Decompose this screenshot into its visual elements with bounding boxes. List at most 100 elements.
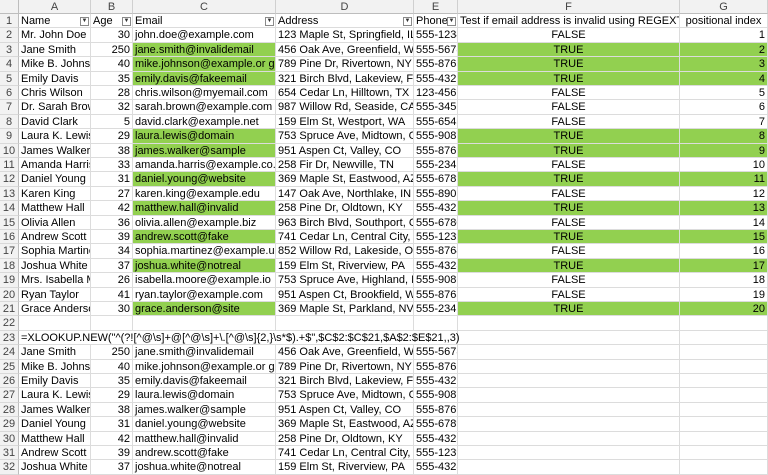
age-cell[interactable]: 27 xyxy=(91,186,133,202)
spill-email-cell[interactable]: matthew.hall@invalid xyxy=(133,431,276,446)
phone-cell[interactable]: 555-4321 xyxy=(414,71,458,86)
empty-cell[interactable] xyxy=(680,460,768,475)
spill-phone-cell[interactable]: 555-4321 xyxy=(414,374,458,389)
row-header[interactable]: 28 xyxy=(0,402,19,418)
empty-cell[interactable] xyxy=(458,374,680,389)
regex-test-cell[interactable]: FALSE xyxy=(458,287,680,302)
email-cell[interactable]: joshua.white@notreal xyxy=(133,258,276,274)
age-cell[interactable]: 30 xyxy=(91,28,133,43)
age-cell[interactable]: 37 xyxy=(91,258,133,274)
regex-test-cell[interactable]: TRUE xyxy=(458,57,680,72)
empty-cell[interactable] xyxy=(680,374,768,389)
empty-cell[interactable] xyxy=(414,316,458,331)
header-address[interactable]: Address xyxy=(276,14,414,29)
empty-cell[interactable] xyxy=(458,345,680,360)
empty-cell[interactable] xyxy=(133,316,276,331)
row-header[interactable]: 19 xyxy=(0,273,19,288)
index-cell[interactable]: 14 xyxy=(680,215,768,230)
index-cell[interactable]: 16 xyxy=(680,244,768,259)
age-cell[interactable]: 30 xyxy=(91,302,133,317)
email-cell[interactable]: isabella.moore@example.io xyxy=(133,273,276,288)
row-header[interactable]: 20 xyxy=(0,287,19,302)
row-header[interactable]: 14 xyxy=(0,201,19,216)
regex-test-cell[interactable]: FALSE xyxy=(458,186,680,202)
spill-email-cell[interactable]: jane.smith@invalidemail xyxy=(133,345,276,360)
empty-cell[interactable] xyxy=(680,359,768,374)
row-header[interactable]: 29 xyxy=(0,417,19,432)
spill-email-cell[interactable]: emily.davis@fakeemail xyxy=(133,374,276,389)
index-cell[interactable]: 13 xyxy=(680,201,768,216)
phone-cell[interactable]: 555-5678 xyxy=(414,42,458,58)
email-cell[interactable]: daniel.young@website xyxy=(133,172,276,187)
email-cell[interactable]: laura.lewis@domain xyxy=(133,129,276,144)
email-cell[interactable]: jane.smith@invalidemail xyxy=(133,42,276,58)
spill-email-cell[interactable]: laura.lewis@domain xyxy=(133,388,276,403)
filter-dropdown-d[interactable]: ▼ xyxy=(403,17,412,26)
phone-cell[interactable]: 555-1239 xyxy=(414,230,458,245)
regex-test-cell[interactable]: TRUE xyxy=(458,42,680,58)
spill-phone-cell[interactable]: 555-6789 xyxy=(414,417,458,432)
address-cell[interactable]: 123 Maple St, Springfield, IL xyxy=(276,28,414,43)
row-header[interactable]: 18 xyxy=(0,258,19,274)
spill-age-cell[interactable]: 38 xyxy=(91,402,133,418)
email-cell[interactable]: john.doe@example.com xyxy=(133,28,276,43)
row-header[interactable]: 8 xyxy=(0,114,19,130)
row-header[interactable]: 22 xyxy=(0,316,19,331)
age-cell[interactable]: 26 xyxy=(91,273,133,288)
address-cell[interactable]: 987 Willow Rd, Seaside, CA xyxy=(276,100,414,115)
email-cell[interactable]: amanda.harris@example.co.uk xyxy=(133,158,276,173)
empty-cell[interactable] xyxy=(458,359,680,374)
spill-address-cell[interactable]: 753 Spruce Ave, Midtown, GA xyxy=(276,388,414,403)
email-cell[interactable]: david.clark@example.net xyxy=(133,114,276,130)
regex-test-cell[interactable]: FALSE xyxy=(458,244,680,259)
spill-name-cell[interactable]: Joshua White xyxy=(19,460,91,475)
spill-address-cell[interactable]: 369 Maple St, Eastwood, AZ xyxy=(276,417,414,432)
spill-age-cell[interactable]: 29 xyxy=(91,388,133,403)
empty-cell[interactable] xyxy=(680,431,768,446)
regex-test-cell[interactable]: FALSE xyxy=(458,100,680,115)
row-header[interactable]: 16 xyxy=(0,230,19,245)
row-header[interactable]: 7 xyxy=(0,100,19,115)
phone-cell[interactable]: 555-8763 xyxy=(414,287,458,302)
email-cell[interactable]: mike.johnson@example.or g xyxy=(133,57,276,72)
regex-test-cell[interactable]: TRUE xyxy=(458,71,680,86)
column-header-e[interactable]: E xyxy=(414,0,458,14)
phone-cell[interactable]: 555-4325 xyxy=(414,201,458,216)
email-cell[interactable]: grace.anderson@site xyxy=(133,302,276,317)
address-cell[interactable]: 258 Fir Dr, Newville, TN xyxy=(276,158,414,173)
name-cell[interactable]: Matthew Hall xyxy=(19,201,91,216)
spill-phone-cell[interactable]: 555-4328 xyxy=(414,460,458,475)
email-cell[interactable]: karen.king@example.edu xyxy=(133,186,276,202)
address-cell[interactable]: 159 Elm St, Westport, WA xyxy=(276,114,414,130)
column-header-d[interactable]: D xyxy=(276,0,414,14)
empty-cell[interactable] xyxy=(680,330,768,346)
phone-cell[interactable]: 555-1234 xyxy=(414,28,458,43)
header-test[interactable]: Test if email address is invalid using R… xyxy=(458,14,680,29)
header-pos[interactable]: positional index xyxy=(680,14,768,29)
spill-name-cell[interactable]: Jane Smith xyxy=(19,345,91,360)
phone-cell[interactable]: 123-456 xyxy=(414,86,458,101)
address-cell[interactable]: 456 Oak Ave, Greenfield, WI xyxy=(276,42,414,58)
regex-test-cell[interactable]: FALSE xyxy=(458,114,680,130)
row-header[interactable]: 15 xyxy=(0,215,19,230)
name-cell[interactable]: Amanda Harris xyxy=(19,158,91,173)
spill-address-cell[interactable]: 951 Aspen Ct, Valley, CO xyxy=(276,402,414,418)
spill-name-cell[interactable]: Laura K. Lewis xyxy=(19,388,91,403)
empty-cell[interactable] xyxy=(458,402,680,418)
spill-name-cell[interactable]: Emily Davis xyxy=(19,374,91,389)
spill-name-cell[interactable]: Mike B. Johnson xyxy=(19,359,91,374)
spill-age-cell[interactable]: 42 xyxy=(91,431,133,446)
spill-email-cell[interactable]: andrew.scott@fake xyxy=(133,446,276,461)
row-header[interactable]: 17 xyxy=(0,244,19,259)
address-cell[interactable]: 951 Aspen Ct, Valley, CO xyxy=(276,143,414,158)
filter-dropdown-b[interactable]: ▼ xyxy=(122,17,131,26)
regex-test-cell[interactable]: FALSE xyxy=(458,273,680,288)
row-header[interactable]: 13 xyxy=(0,186,19,202)
empty-cell[interactable] xyxy=(680,446,768,461)
spill-address-cell[interactable]: 789 Pine Dr, Rivertown, NY xyxy=(276,359,414,374)
row-header[interactable]: 1 xyxy=(0,14,19,29)
name-cell[interactable]: Andrew Scott xyxy=(19,230,91,245)
name-cell[interactable]: Dr. Sarah Brown xyxy=(19,100,91,115)
spill-age-cell[interactable]: 40 xyxy=(91,359,133,374)
phone-cell[interactable]: 555-8764 xyxy=(414,244,458,259)
